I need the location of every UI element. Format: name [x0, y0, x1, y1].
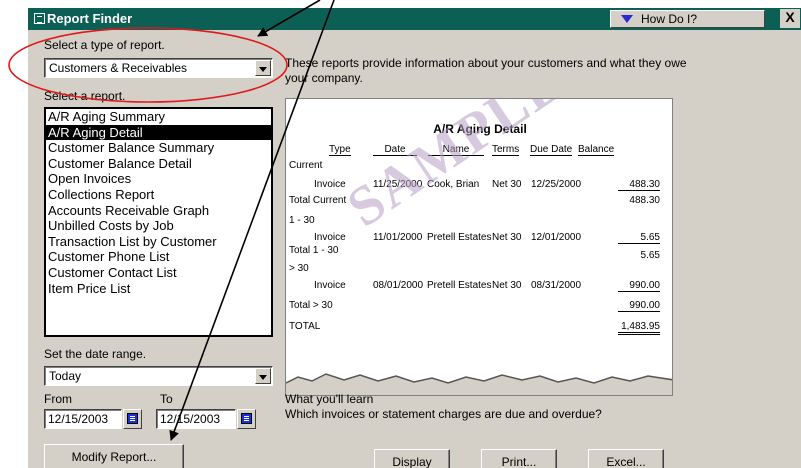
- report-list[interactable]: A/R Aging Summary A/R Aging Detail Custome…: [44, 107, 273, 337]
- learn-text: Which invoices or statement charges are …: [285, 407, 602, 421]
- preview-row3-due: 08/31/2000: [531, 280, 582, 291]
- report-list-item[interactable]: Unbilled Costs by Job: [46, 218, 271, 234]
- window-title: Report Finder: [47, 11, 133, 26]
- chevron-down-icon[interactable]: [255, 60, 271, 76]
- from-label: From: [44, 392, 72, 406]
- report-list-item[interactable]: A/R Aging Detail: [46, 124, 271, 141]
- how-do-i-label: How Do I?: [641, 12, 698, 26]
- report-list-label: Select a report.: [44, 89, 126, 103]
- preview-row1-name: Cook, Brian: [427, 179, 480, 190]
- preview-total-1-30-label: Total 1 - 30: [289, 245, 339, 256]
- what-youll-learn: What you'll learn Which invoices or stat…: [285, 392, 602, 422]
- report-list-item[interactable]: Collections Report: [46, 187, 271, 203]
- report-type-description: These reports provide information about …: [285, 56, 687, 85]
- preview-header-due-date: Due Date: [530, 144, 573, 156]
- preview-row2-due: 12/01/2000: [531, 232, 582, 243]
- to-date-field[interactable]: 12/15/2003: [156, 409, 236, 429]
- preview-range-over-30: > 30: [289, 263, 309, 274]
- preview-total-label: TOTAL: [289, 321, 321, 332]
- preview-range-1-30: 1 - 30: [289, 215, 315, 226]
- sample-watermark: SAMPLE: [336, 98, 575, 240]
- preview-row2-type: Invoice: [314, 232, 346, 243]
- calendar-icon: [241, 413, 252, 424]
- preview-header-type: Type: [329, 144, 351, 156]
- calendar-icon: [127, 413, 138, 424]
- preview-total-current-value: 488.30: [629, 195, 660, 206]
- print-button[interactable]: Print...: [481, 449, 557, 468]
- modify-report-button[interactable]: Modify Report...: [44, 444, 184, 468]
- report-list-item[interactable]: Customer Balance Detail: [46, 156, 271, 172]
- preview-total-value: 1,483.95: [618, 321, 660, 335]
- report-list-item[interactable]: Open Invoices: [46, 171, 271, 187]
- title-bar: Report Finder How Do I? X: [28, 8, 801, 30]
- triangle-down-icon: [621, 15, 633, 23]
- preview-header-terms: Terms: [492, 144, 520, 156]
- report-list-item[interactable]: Customer Contact List: [46, 265, 271, 281]
- preview-header-date: Date: [373, 144, 417, 156]
- learn-heading: What you'll learn: [285, 392, 374, 406]
- from-calendar-button[interactable]: [123, 409, 142, 429]
- preview-title: A/R Aging Detail: [433, 122, 527, 136]
- chevron-down-icon[interactable]: [255, 368, 271, 384]
- preview-total-over-30-label: Total > 30: [289, 300, 333, 311]
- report-finder-window: Report Finder How Do I? X Select a type …: [28, 8, 801, 468]
- report-list-item[interactable]: Accounts Receivable Graph: [46, 203, 271, 219]
- preview-row3-type: Invoice: [314, 280, 346, 291]
- report-type-select[interactable]: Customers & Receivables: [44, 58, 273, 78]
- to-date-value: 12/15/2003: [160, 412, 221, 426]
- preview-total-1-30-value: 5.65: [640, 250, 660, 261]
- preview-header-name: Name: [428, 144, 484, 156]
- from-date-field[interactable]: 12/15/2003: [44, 409, 122, 429]
- report-preview: A/R Aging Detail Type Date Name Terms Du…: [285, 98, 673, 396]
- how-do-i-button[interactable]: How Do I?: [610, 10, 765, 28]
- report-list-item[interactable]: A/R Aging Summary: [46, 109, 271, 125]
- preview-row2-balance: 5.65: [618, 232, 660, 244]
- date-range-select[interactable]: Today: [44, 366, 273, 386]
- to-label: To: [160, 392, 173, 406]
- display-button[interactable]: Display: [374, 449, 450, 468]
- to-calendar-button[interactable]: [237, 409, 256, 429]
- preview-row1-due: 12/25/2000: [531, 179, 582, 190]
- preview-row3-name: Pretell Estates: [427, 280, 492, 291]
- report-list-item[interactable]: Transaction List by Customer: [46, 234, 271, 250]
- report-list-item[interactable]: Customer Balance Summary: [46, 140, 271, 156]
- preview-current-label: Current: [289, 160, 323, 171]
- window-icon: [34, 13, 45, 24]
- preview-row1-type: Invoice: [314, 179, 346, 190]
- close-button[interactable]: X: [780, 9, 800, 28]
- preview-header-balance: Balance: [578, 144, 615, 156]
- preview-row2-date: 11/01/2000: [373, 232, 423, 243]
- preview-row1-balance: 488.30: [618, 179, 660, 191]
- preview-total-current-label: Total Current: [289, 195, 347, 206]
- report-list-item[interactable]: Customer Phone List: [46, 249, 271, 265]
- report-list-item[interactable]: Item Price List: [46, 281, 271, 297]
- preview-row2-name: Pretell Estates: [427, 232, 492, 243]
- preview-row3-balance: 990.00: [618, 280, 660, 292]
- preview-row2-terms: Net 30: [492, 232, 522, 243]
- date-range-label: Set the date range.: [44, 347, 147, 361]
- date-range-value: Today: [49, 369, 82, 383]
- report-type-value: Customers & Receivables: [49, 61, 188, 75]
- excel-button[interactable]: Excel...: [588, 449, 664, 468]
- preview-total-over-30-value: 990.00: [618, 300, 660, 312]
- from-date-value: 12/15/2003: [48, 412, 109, 426]
- preview-row3-terms: Net 30: [492, 280, 522, 291]
- preview-row1-date: 11/25/2000: [373, 179, 423, 190]
- preview-row1-terms: Net 30: [492, 179, 522, 190]
- report-type-label: Select a type of report.: [44, 38, 165, 52]
- preview-row3-date: 08/01/2000: [373, 280, 424, 291]
